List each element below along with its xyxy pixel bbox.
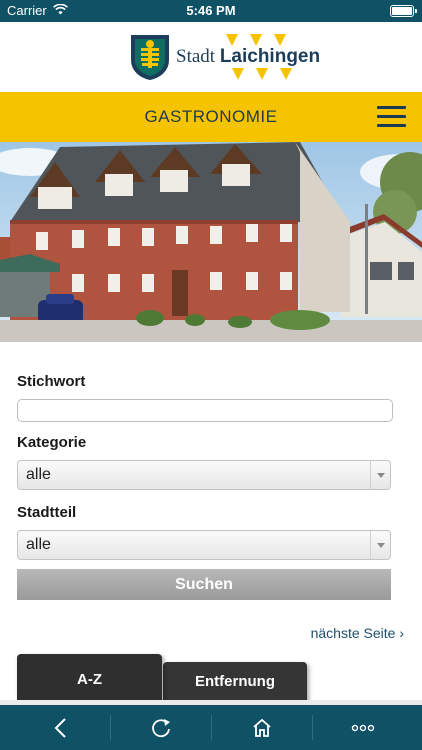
coat-of-arms-icon xyxy=(131,35,169,80)
tab-distance[interactable]: Entfernung xyxy=(163,662,307,702)
logo-word-stadt: Stadt xyxy=(176,46,216,67)
back-icon[interactable] xyxy=(10,705,110,750)
section-title-bar: GASTRONOMIE xyxy=(0,92,422,142)
app-screen: Carrier 5:46 PM Stadt Laichingen GASTRON… xyxy=(0,0,422,750)
category-label: Kategorie xyxy=(17,434,87,451)
more-icon[interactable] xyxy=(313,705,413,750)
next-page-link[interactable]: nächste Seite › xyxy=(311,625,404,641)
district-select[interactable]: alle xyxy=(17,530,391,560)
chevron-down-icon xyxy=(370,461,390,489)
chevron-down-icon xyxy=(370,531,390,559)
search-button[interactable]: Suchen xyxy=(17,569,391,600)
home-icon[interactable] xyxy=(212,705,312,750)
clock: 5:46 PM xyxy=(186,3,236,18)
page-title: GASTRONOMIE xyxy=(144,107,278,126)
logo-triangles-lower-icon xyxy=(232,68,292,80)
keyword-label: Stichwort xyxy=(17,373,86,390)
keyword-input[interactable] xyxy=(17,399,393,422)
district-selected-value: alle xyxy=(26,536,51,553)
logo-text: Stadt Laichingen xyxy=(176,46,320,68)
district-label: Stadtteil xyxy=(17,504,77,521)
hero-photo-building xyxy=(0,142,422,342)
search-form: Stichwort Kategorie alle Stadtteil alle … xyxy=(17,372,393,600)
bottom-toolbar xyxy=(0,705,422,750)
logo-header: Stadt Laichingen xyxy=(0,22,422,92)
category-selected-value: alle xyxy=(26,466,51,483)
category-select[interactable]: alle xyxy=(17,460,391,490)
battery-icon xyxy=(390,5,417,17)
logo-triangles-icon xyxy=(226,34,286,46)
hamburger-menu-icon[interactable] xyxy=(377,106,406,128)
reload-icon[interactable] xyxy=(111,705,211,750)
tab-a-z[interactable]: A-Z xyxy=(17,654,162,702)
status-bar: Carrier 5:46 PM xyxy=(0,0,422,22)
logo-word-laichingen: Laichingen xyxy=(219,46,321,67)
city-logo[interactable]: Stadt Laichingen xyxy=(130,34,320,80)
